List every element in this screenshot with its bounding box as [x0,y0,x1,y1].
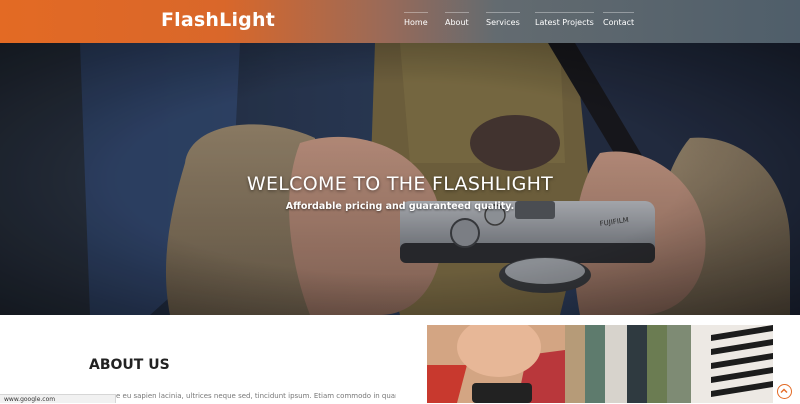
nav-label: Services [486,18,520,27]
nav-label: Latest Projects [535,18,594,27]
nav-latest-projects[interactable]: Latest Projects [535,12,594,32]
site-header: FlashLight Home About Services Latest Pr… [0,0,800,43]
gallery-photo-7 [667,325,691,403]
gallery-photo-4 [605,325,627,403]
nav-indicator [603,12,635,13]
nav-contact[interactable]: Contact [603,12,635,32]
about-heading: ABOUT US [89,357,170,373]
nav-indicator [486,12,520,13]
chevron-up-icon [780,388,788,393]
nav-indicator [445,12,469,13]
nav-home[interactable]: Home [404,12,428,32]
about-image-gallery [427,325,773,403]
nav-label: Contact [603,18,635,27]
nav-label: Home [404,18,428,27]
nav-label: About [445,18,469,27]
nav-about[interactable]: About [445,12,469,32]
gallery-photos [427,325,773,403]
browser-status-url: www.google.com [0,394,116,403]
gallery-photo-3 [585,325,605,403]
hero-subtitle: Affordable pricing and guaranteed qualit… [285,201,515,212]
scroll-top-button[interactable] [777,384,792,399]
hero-banner: FUJIFILM WELCOME TO THE FLASHLIGHT Affor… [0,43,800,315]
nav-indicator [404,12,428,13]
gallery-photo-2 [565,325,585,403]
nav-services[interactable]: Services [486,12,520,32]
brand-logo[interactable]: FlashLight [161,9,275,31]
gallery-photo-5 [627,325,647,403]
hero-title: WELCOME TO THE FLASHLIGHT [246,173,554,195]
about-text: e eu sapien lacinia, ultrices neque sed,… [116,392,396,400]
nav-indicator [535,12,594,13]
gallery-photo-6 [647,325,667,403]
